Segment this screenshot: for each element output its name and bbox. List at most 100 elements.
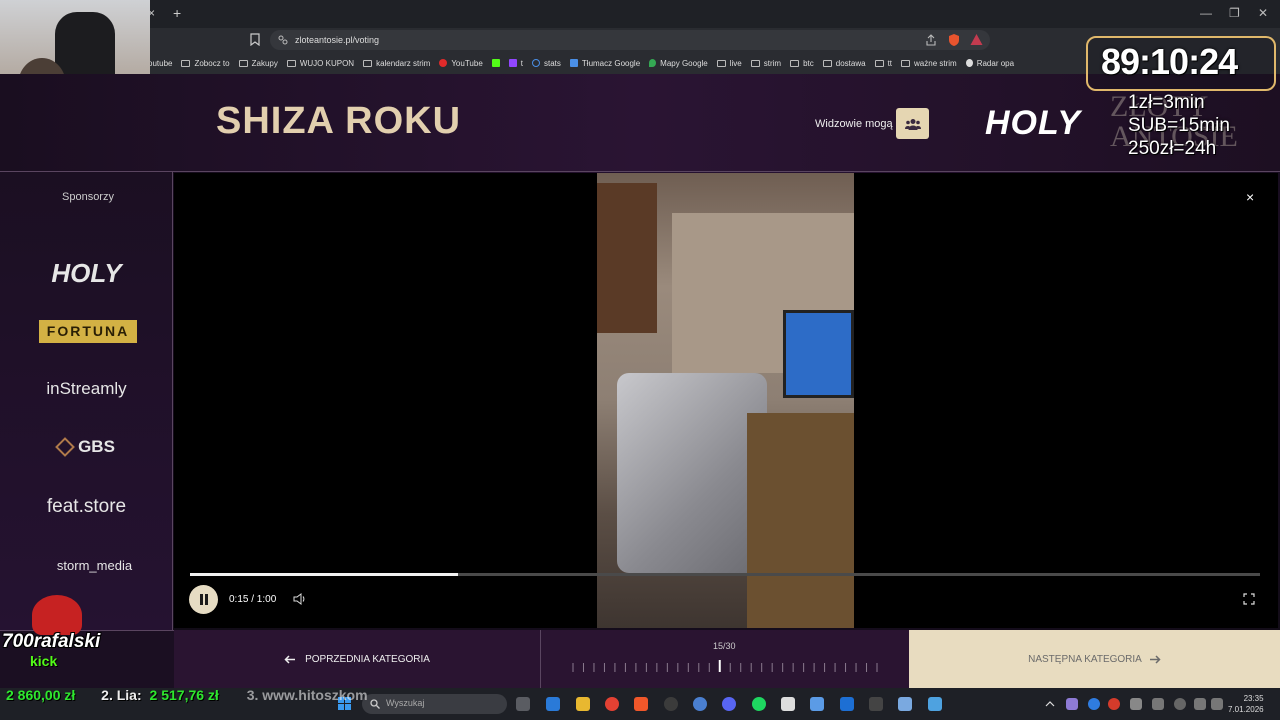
bookmark-item[interactable]: Radar opa xyxy=(965,59,1014,68)
next-category-label: NASTĘPNA KATEGORIA xyxy=(1028,653,1142,665)
discord-icon[interactable] xyxy=(722,697,736,711)
restore-icon[interactable]: ❐ xyxy=(1229,6,1240,20)
taskbar-clock[interactable]: 23:35 7.01.2026 xyxy=(1228,693,1264,715)
youtube-icon xyxy=(439,59,448,67)
next-category-button[interactable]: NASTĘPNA KATEGORIA xyxy=(909,630,1280,688)
bookmark-item[interactable]: Zobocz to xyxy=(181,59,230,68)
bookmark-item[interactable]: Mapy Google xyxy=(649,59,708,68)
sponsor-storm-media[interactable]: storm_media xyxy=(0,558,173,573)
bookmark-item[interactable]: YouTube xyxy=(439,59,483,68)
sponsor-instreamly[interactable]: inStreamly xyxy=(0,379,173,399)
close-video-button[interactable]: × xyxy=(1246,189,1254,205)
bookmark-item[interactable]: live xyxy=(716,59,742,68)
sponsor-gbs[interactable]: GBS xyxy=(0,437,173,457)
video-frame xyxy=(597,173,854,628)
volume-tray-icon[interactable] xyxy=(1211,698,1223,710)
bookmark-item[interactable]: t xyxy=(508,59,523,68)
new-tab-button[interactable]: + xyxy=(173,5,181,21)
app-icon[interactable] xyxy=(869,697,883,711)
sponsors-heading: Sponsorzy xyxy=(62,191,114,203)
bookmark-item[interactable]: stats xyxy=(532,59,561,68)
viewers-button[interactable] xyxy=(896,108,929,139)
fullscreen-icon[interactable] xyxy=(1243,593,1255,605)
app-icon[interactable] xyxy=(693,697,707,711)
timer-rule: SUB=15min xyxy=(1128,115,1230,136)
bookmark-item[interactable]: dostawa xyxy=(822,59,866,68)
holy-logo: HOLY xyxy=(985,104,1081,142)
bluetooth-icon[interactable] xyxy=(1088,698,1100,710)
sponsor-fortuna[interactable]: FORTUNA xyxy=(39,320,137,343)
donor-label: 2. Lia: xyxy=(101,687,142,703)
pause-button[interactable] xyxy=(189,585,218,614)
tray-icon[interactable] xyxy=(1108,698,1120,710)
sponsor-holy[interactable]: HOLY xyxy=(0,258,173,289)
app-icon[interactable] xyxy=(781,697,795,711)
folder-icon xyxy=(286,59,296,67)
volume-icon[interactable] xyxy=(293,592,307,606)
bookmark-item[interactable]: tt xyxy=(874,59,892,68)
calculator-icon[interactable] xyxy=(810,697,824,711)
arrow-right-icon xyxy=(1149,654,1161,664)
tray-icon[interactable] xyxy=(1152,698,1164,710)
chrome-icon[interactable] xyxy=(605,697,619,711)
sponsor-featstore[interactable]: feat.store xyxy=(0,496,173,518)
tray-expand-icon[interactable] xyxy=(1045,700,1055,708)
kick-icon xyxy=(491,59,500,67)
network-icon[interactable] xyxy=(1194,698,1206,710)
users-icon xyxy=(904,118,921,130)
spotify-icon[interactable] xyxy=(752,697,766,711)
share-icon[interactable] xyxy=(925,34,937,46)
steam-icon[interactable] xyxy=(1130,698,1142,710)
task-view-icon[interactable] xyxy=(516,697,530,711)
bookmark-icon[interactable] xyxy=(250,33,260,46)
bookmark-item[interactable]: Zakupy xyxy=(238,59,278,68)
bookmark-item[interactable]: outube xyxy=(148,59,172,68)
mascot-head xyxy=(32,595,82,635)
clock-time: 23:35 xyxy=(1243,694,1264,703)
page-header xyxy=(0,74,1280,172)
monitor xyxy=(783,310,854,398)
clock-date: 7.01.2026 xyxy=(1228,705,1264,714)
timer-rule: 1zł=3min xyxy=(1128,92,1205,113)
notepad-icon[interactable] xyxy=(898,697,912,711)
tray-icon[interactable] xyxy=(1066,698,1078,710)
video-time: 0:15 / 1:00 xyxy=(229,594,277,605)
bookmark-item[interactable]: ważne strim xyxy=(901,59,957,68)
site-settings-icon[interactable] xyxy=(278,35,288,45)
app-icon[interactable] xyxy=(928,697,942,711)
folder-icon xyxy=(181,59,191,67)
folder-icon xyxy=(363,59,373,67)
desk xyxy=(747,413,854,628)
donor-amount: 2 860,00 zł xyxy=(6,687,76,703)
brave-rewards-icon[interactable] xyxy=(970,33,983,46)
bookmark-item[interactable]: btc xyxy=(790,59,814,68)
mail-icon[interactable] xyxy=(546,697,560,711)
cabinet xyxy=(597,183,657,333)
bookmark-item[interactable] xyxy=(491,59,500,67)
app-icon[interactable] xyxy=(840,697,854,711)
minimize-icon[interactable]: — xyxy=(1200,6,1212,20)
viewers-label: Widzowie mogą xyxy=(815,118,893,130)
bookmark-item[interactable]: Tłumacz Google xyxy=(569,59,640,68)
file-explorer-icon[interactable] xyxy=(576,697,590,711)
brave-icon[interactable] xyxy=(634,697,648,711)
video-progress-fill xyxy=(190,573,458,576)
obs-icon[interactable] xyxy=(664,697,678,711)
url-field[interactable]: zloteantosie.pl/voting xyxy=(270,30,990,50)
bookmark-item[interactable]: kalendarz strim xyxy=(363,59,430,68)
url-text: zloteantosie.pl/voting xyxy=(295,35,380,45)
window-close-icon[interactable]: ✕ xyxy=(1258,6,1268,20)
translate-icon xyxy=(569,59,578,67)
twitch-icon xyxy=(508,59,517,67)
folder-icon xyxy=(901,59,911,67)
prev-category-button[interactable]: POPRZEDNIA KATEGORIA xyxy=(174,630,541,688)
brave-shield-icon[interactable] xyxy=(948,33,960,46)
category-ticks xyxy=(572,660,878,672)
bookmark-item[interactable]: WUJO KUPON xyxy=(286,59,354,68)
wrapped-object xyxy=(617,373,767,573)
stats-icon xyxy=(532,59,540,67)
microphone-icon[interactable] xyxy=(1174,698,1186,710)
maps-icon xyxy=(649,59,657,67)
timer-rule: 250zł=24h xyxy=(1128,138,1217,159)
bookmark-item[interactable]: strim xyxy=(750,59,781,68)
